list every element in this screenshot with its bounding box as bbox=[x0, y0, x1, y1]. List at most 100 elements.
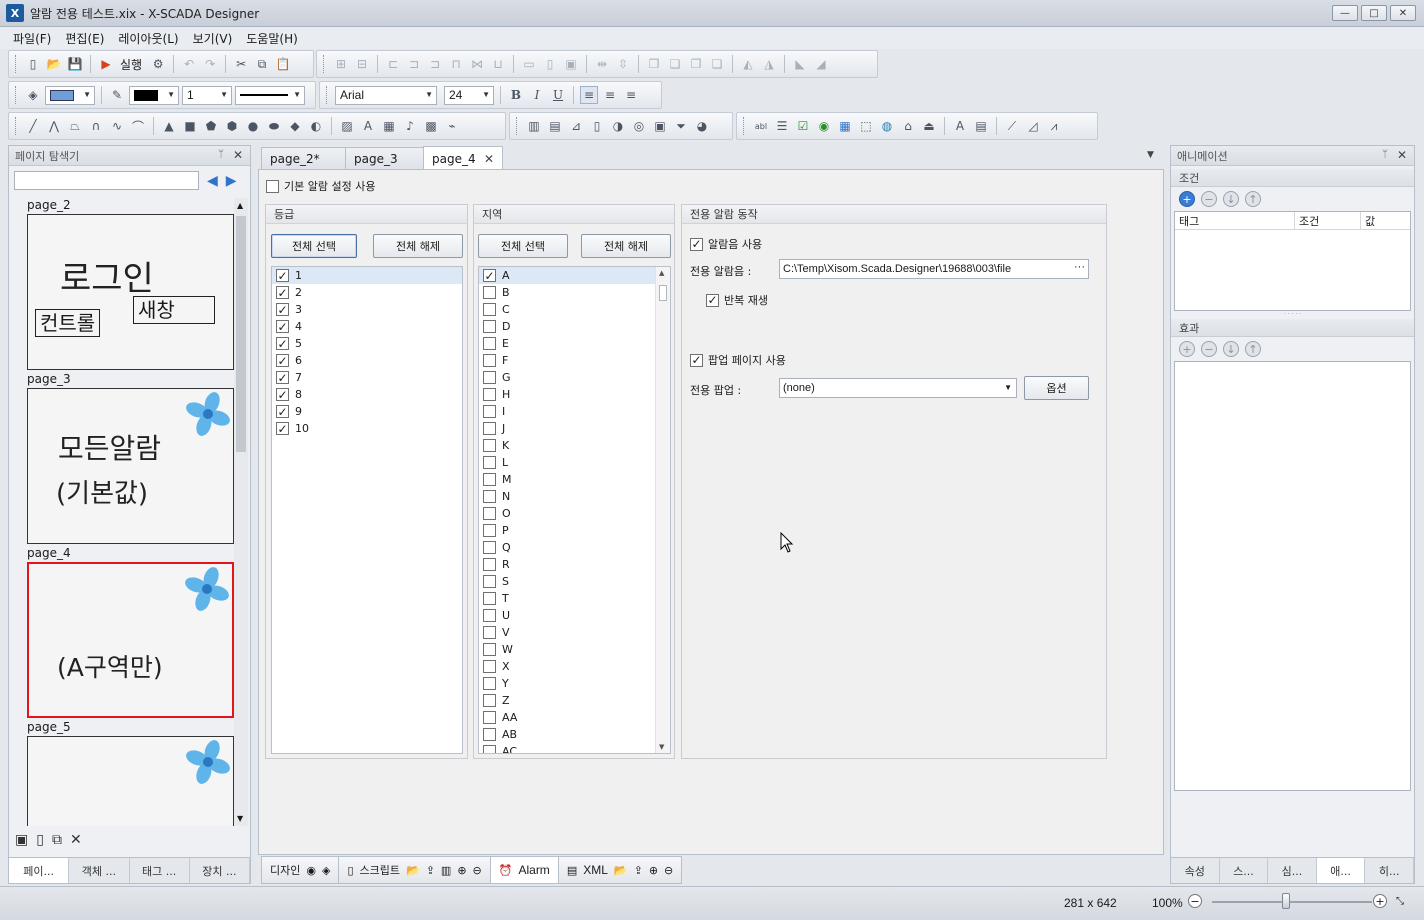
menu-view[interactable]: 보기(V) bbox=[186, 30, 240, 47]
region-checkbox[interactable] bbox=[483, 592, 496, 605]
region-list-scrollbar[interactable]: ▲ ▼ bbox=[655, 267, 670, 753]
run-button-label[interactable]: 실행 bbox=[120, 56, 142, 73]
flip-vertical-icon[interactable]: ◮ bbox=[760, 55, 778, 73]
list-item[interactable]: ✓ 7 bbox=[272, 369, 462, 386]
list-item[interactable]: K bbox=[479, 437, 670, 454]
export-icon[interactable]: ⇪ bbox=[426, 864, 435, 877]
rectangle-tool-icon[interactable]: ■ bbox=[181, 117, 199, 135]
region-checkbox[interactable] bbox=[483, 609, 496, 622]
page-search-input[interactable] bbox=[14, 171, 199, 190]
image-tool-icon[interactable]: ▨ bbox=[338, 117, 356, 135]
hexagon-tool-icon[interactable]: ⬢ bbox=[223, 117, 241, 135]
region-checkbox[interactable] bbox=[483, 388, 496, 401]
list-item[interactable]: ✓ 8 bbox=[272, 386, 462, 403]
zoom-fit-icon[interactable]: ⤡ bbox=[1396, 896, 1404, 907]
column-condition[interactable]: 조건 bbox=[1295, 212, 1361, 229]
menu-layout[interactable]: 레이아웃(L) bbox=[111, 30, 185, 47]
pin-icon[interactable]: ᛘ bbox=[218, 149, 224, 160]
new-file-icon[interactable]: ▯ bbox=[24, 55, 42, 73]
grade-checkbox[interactable]: ✓ bbox=[276, 320, 289, 333]
close-icon[interactable]: ✕ bbox=[233, 148, 243, 162]
script-view-segment[interactable]: ▯ 스크립트 📂 ⇪ ▥ ⊕ ⊖ bbox=[338, 856, 491, 884]
list-item[interactable]: AB bbox=[479, 726, 670, 743]
align-top-icon[interactable]: ⊓ bbox=[447, 55, 465, 73]
move-down-icon[interactable]: ↓ bbox=[1223, 191, 1239, 207]
checkbox-widget-icon[interactable]: ☑ bbox=[794, 117, 812, 135]
list-item[interactable]: E bbox=[479, 335, 670, 352]
zoom-slider-track[interactable] bbox=[1212, 901, 1372, 903]
tab-page-4[interactable]: page_4 ✕ bbox=[423, 146, 503, 170]
grade-checkbox[interactable]: ✓ bbox=[276, 354, 289, 367]
grade-checkbox[interactable]: ✓ bbox=[276, 303, 289, 316]
align-center-icon[interactable]: ⊐ bbox=[405, 55, 423, 73]
polyline-tool-icon[interactable]: ⋀ bbox=[45, 117, 63, 135]
pie-tool-icon[interactable]: ◆ bbox=[286, 117, 304, 135]
use-sound-row[interactable]: ✓ 알람음 사용 bbox=[690, 236, 762, 252]
tank-icon[interactable]: ▣ bbox=[651, 117, 669, 135]
zoom-out-icon[interactable]: ⊖ bbox=[664, 864, 673, 877]
open-folder-icon[interactable]: 📂 bbox=[45, 55, 63, 73]
move-up-icon[interactable]: ↑ bbox=[1245, 341, 1261, 357]
use-popup-row[interactable]: ✓ 팝업 페이지 사용 bbox=[690, 352, 786, 368]
toolbar-grip[interactable] bbox=[15, 55, 18, 73]
open-folder-icon[interactable]: 📂 bbox=[614, 864, 628, 877]
line-color-combo[interactable]: ▼ bbox=[129, 85, 179, 105]
text-tool-icon[interactable]: A bbox=[359, 117, 377, 135]
grade-checkbox[interactable]: ✓ bbox=[276, 337, 289, 350]
region-checkbox[interactable] bbox=[483, 286, 496, 299]
toolbar-grip[interactable] bbox=[15, 86, 18, 104]
list-item[interactable]: B bbox=[479, 284, 670, 301]
column-value[interactable]: 값 bbox=[1361, 212, 1410, 229]
list-item[interactable]: R bbox=[479, 556, 670, 573]
font-size-combo[interactable]: 24 ▼ bbox=[444, 85, 494, 105]
page-list-scrollbar[interactable]: ▲ ▼ bbox=[234, 198, 248, 826]
region-deselect-all-button[interactable]: 전체 해제 bbox=[581, 234, 671, 258]
region-checkbox[interactable] bbox=[483, 439, 496, 452]
page-thumbnail[interactable]: 로그인 컨트롤 새창 bbox=[27, 214, 234, 370]
region-checkbox[interactable] bbox=[483, 643, 496, 656]
list-item[interactable]: T bbox=[479, 590, 670, 607]
repeat-row[interactable]: ✓ 반복 재생 bbox=[706, 292, 768, 308]
remove-condition-icon[interactable]: − bbox=[1201, 191, 1217, 207]
dial-icon[interactable]: ◎ bbox=[630, 117, 648, 135]
send-backward-icon[interactable]: ❏ bbox=[708, 55, 726, 73]
tab-objects[interactable]: 객체 ... bbox=[69, 858, 130, 883]
region-checkbox[interactable] bbox=[483, 677, 496, 690]
list-item[interactable]: D bbox=[479, 318, 670, 335]
new-page-icon[interactable]: ▯ bbox=[36, 832, 44, 848]
use-sound-checkbox[interactable]: ✓ bbox=[690, 237, 703, 251]
line-tool-icon[interactable]: ╱ bbox=[24, 117, 42, 135]
line-style-combo[interactable]: ▼ bbox=[235, 85, 305, 105]
copy-page-icon[interactable]: ⧉ bbox=[52, 832, 62, 848]
region-checkbox[interactable] bbox=[483, 405, 496, 418]
xml-view-segment[interactable]: ▤ XML 📂 ⇪ ⊕ ⊖ bbox=[557, 856, 683, 884]
funnel-icon[interactable]: ⏷ bbox=[672, 117, 690, 135]
line-color-icon[interactable]: ✎ bbox=[108, 86, 126, 104]
tab-properties[interactable]: 속성 bbox=[1171, 858, 1220, 883]
menu-edit[interactable]: 편집(E) bbox=[58, 30, 111, 47]
bezier-tool-icon[interactable]: ∿ bbox=[108, 117, 126, 135]
alarm-view-label[interactable]: Alarm bbox=[518, 863, 549, 877]
script-checkbox-icon[interactable]: ▯ bbox=[347, 864, 353, 877]
cut-icon[interactable]: ✂ bbox=[232, 55, 250, 73]
delete-page-icon[interactable]: ✕ bbox=[70, 832, 82, 848]
region-checkbox[interactable] bbox=[483, 711, 496, 724]
list-item[interactable]: ✓ 4 bbox=[272, 318, 462, 335]
stop-debug-icon[interactable]: ⚙ bbox=[149, 55, 167, 73]
page-thumbnail[interactable] bbox=[27, 736, 234, 826]
line-chart-widget-icon[interactable]: ⟋ bbox=[1003, 117, 1021, 135]
design-view-label[interactable]: 디자인 bbox=[270, 862, 300, 878]
building-icon[interactable]: ▥ bbox=[525, 117, 543, 135]
region-checkbox[interactable] bbox=[483, 626, 496, 639]
region-checkbox[interactable] bbox=[483, 354, 496, 367]
zoom-in-button[interactable]: + bbox=[1373, 894, 1387, 908]
grade-checkbox[interactable]: ✓ bbox=[276, 388, 289, 401]
grade-select-all-button[interactable]: 전체 선택 bbox=[271, 234, 357, 258]
close-icon[interactable]: ✕ bbox=[1397, 148, 1407, 162]
undo-icon[interactable]: ↶ bbox=[180, 55, 198, 73]
rotate-right-icon[interactable]: ◢ bbox=[812, 55, 830, 73]
group-icon[interactable]: ⊞ bbox=[332, 55, 350, 73]
scroll-up-icon[interactable]: ▲ bbox=[237, 201, 243, 210]
bring-front-icon[interactable]: ❐ bbox=[645, 55, 663, 73]
send-back-icon[interactable]: ❏ bbox=[666, 55, 684, 73]
